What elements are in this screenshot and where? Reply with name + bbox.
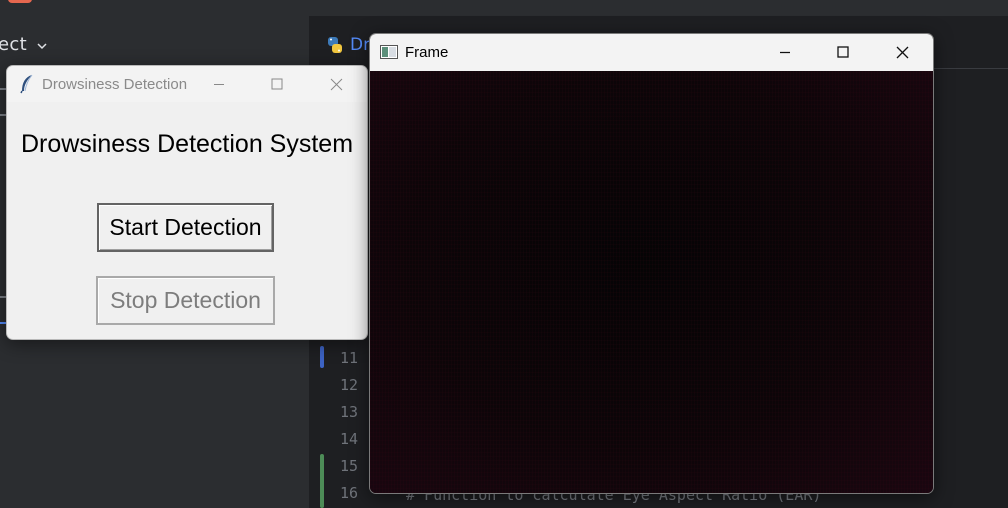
line-number: 12 — [339, 376, 358, 394]
close-icon — [896, 46, 908, 58]
close-icon — [330, 78, 342, 90]
editor-tab[interactable]: Dr — [326, 32, 370, 58]
maximize-button[interactable] — [248, 66, 306, 102]
python-icon — [328, 37, 342, 53]
line-number: 15 — [339, 457, 358, 475]
window-title: Frame — [405, 44, 449, 61]
close-button[interactable] — [307, 66, 365, 102]
stop-detection-button[interactable]: Stop Detection — [96, 276, 275, 325]
maximize-icon — [837, 46, 849, 58]
chevron-down-icon[interactable] — [36, 40, 48, 52]
app-icon — [380, 45, 398, 59]
video-frame-window: Frame — [369, 33, 934, 494]
feather-icon — [20, 74, 33, 94]
editor-tab-label: Dr — [350, 35, 371, 55]
line-number: 13 — [339, 403, 358, 421]
minimize-icon — [780, 51, 790, 54]
drowsiness-detection-window: Drowsiness Detection Drowsiness Detectio… — [6, 65, 368, 340]
close-button[interactable] — [873, 34, 931, 70]
ide-title-bar — [0, 0, 1008, 16]
start-detection-button[interactable]: Start Detection — [97, 203, 274, 252]
window-title-bar[interactable]: Frame — [370, 34, 933, 71]
app-heading: Drowsiness Detection System — [20, 130, 354, 158]
window-title-bar[interactable]: Drowsiness Detection — [7, 66, 367, 102]
ide-logo-icon — [8, 0, 32, 3]
camera-feed — [370, 71, 933, 493]
maximize-icon — [271, 78, 283, 90]
line-number: 11 — [339, 349, 358, 367]
window-title: Drowsiness Detection — [42, 76, 188, 93]
line-number: 16 — [339, 484, 358, 502]
minimize-icon — [214, 84, 224, 85]
minimize-button[interactable] — [190, 66, 248, 102]
project-panel-title[interactable]: ect — [0, 34, 27, 55]
minimize-button[interactable] — [756, 34, 814, 70]
line-number: 14 — [339, 430, 358, 448]
maximize-button[interactable] — [814, 34, 872, 70]
